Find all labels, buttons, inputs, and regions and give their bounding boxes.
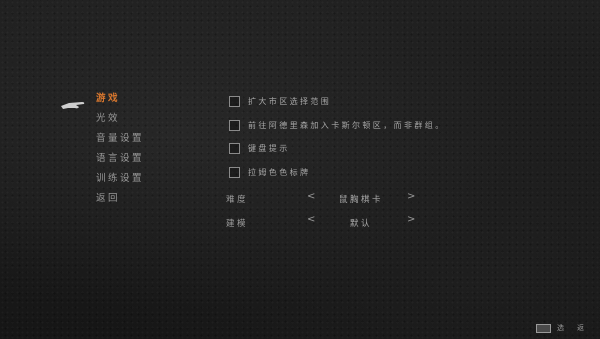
difficulty-label: 难度 [226,195,249,205]
back-hint-label: 返 [577,324,585,332]
option-row-2[interactable]: 前往阿德里森加入卡斯尔顿区，而非群组。 [229,118,446,132]
action-hint-label: 选 [557,324,565,332]
option-label: 键盘提示 [248,143,290,153]
checkbox[interactable] [229,95,240,107]
checkbox[interactable] [229,119,240,131]
option-row-1[interactable]: 扩大市区选择范围 [229,94,331,108]
sidebar-item-game[interactable]: 游戏 [96,91,144,111]
sidebar-item-training[interactable]: 训练设置 [96,171,144,191]
control-hints: 选 返 [536,323,585,333]
hand-pointer-icon [61,102,85,109]
sidebar-item-lighting[interactable]: 光效 [96,111,144,131]
option-label: 前往阿德里森加入卡斯尔顿区，而非群组。 [248,120,446,130]
sidebar-item-language[interactable]: 语言设置 [96,151,144,171]
sidebar-menu: 游戏 光效 音量设置 语言设置 训练设置 返回 [96,91,144,211]
checkbox[interactable] [229,142,240,154]
option-label: 拉姆色色标牌 [248,167,311,177]
sidebar-item-volume[interactable]: 音量设置 [96,131,144,151]
difficulty-value: 鼠胸棋卡 [338,195,383,205]
option-row-4[interactable]: 拉姆色色标牌 [229,165,310,179]
model-value: 默认 [349,219,372,229]
option-row-3[interactable]: 键盘提示 [229,141,290,155]
difficulty-prev-arrow[interactable]: < [307,191,315,203]
keyboard-key-icon [536,323,551,333]
option-label: 扩大市区选择范围 [248,96,332,106]
model-prev-arrow[interactable]: < [307,214,315,226]
checkbox[interactable] [229,166,240,178]
sidebar-item-back[interactable]: 返回 [96,191,144,211]
model-next-arrow[interactable]: > [407,214,415,226]
model-label: 建模 [226,219,249,229]
difficulty-next-arrow[interactable]: > [407,191,415,203]
